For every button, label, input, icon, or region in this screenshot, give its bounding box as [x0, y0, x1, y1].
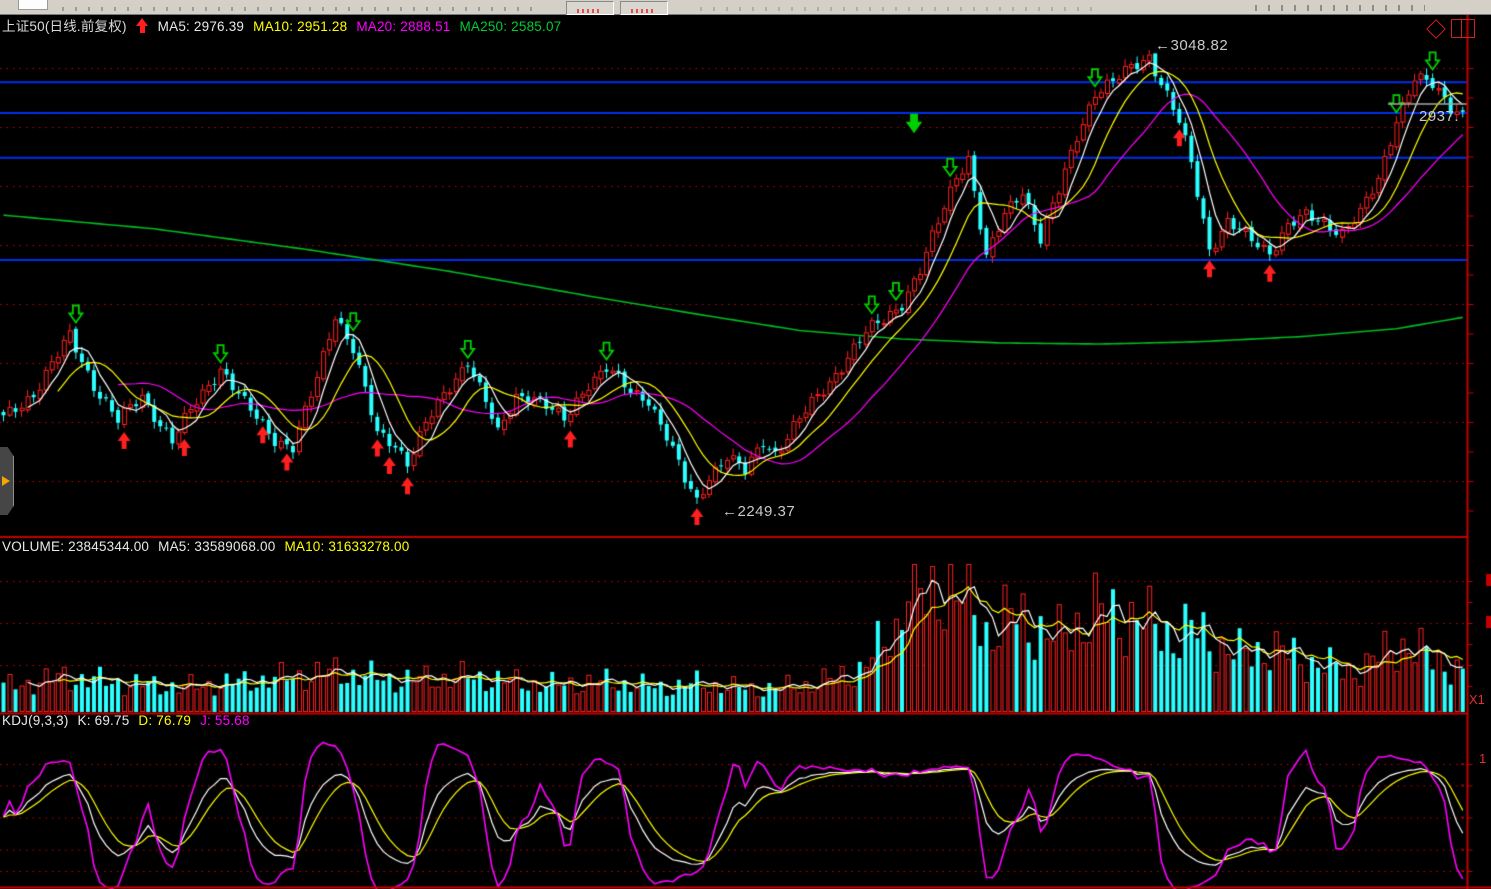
quote-button-1[interactable]	[566, 1, 614, 15]
kdj-header: KDJ(9,3,3) K: 69.75 D: 76.79 J: 55.68	[2, 713, 259, 728]
ma10-label: MA10: 2951.28	[253, 19, 347, 34]
chart-canvas[interactable]	[0, 0, 1491, 889]
quote-button-2[interactable]	[620, 1, 668, 15]
menu-items-cropped[interactable]	[700, 7, 1100, 11]
volume-header: VOLUME: 23845344.00 MA5: 33589068.00 MA10:…	[2, 539, 418, 554]
panel-expand-handle[interactable]	[0, 447, 14, 515]
ma20-label: MA20: 2888.51	[356, 19, 450, 34]
menu-bar[interactable]	[0, 0, 1491, 15]
volume-label: VOLUME: 23845344.00	[2, 539, 149, 554]
last-price-label: 2937.	[1419, 108, 1459, 125]
window-icon[interactable]	[1451, 19, 1475, 38]
kdj-k-label: K: 69.75	[78, 713, 130, 728]
peak-price-label: ←3048.82	[1155, 37, 1228, 54]
trough-price-label: ←2249.37	[722, 503, 795, 520]
expand-arrow-icon	[2, 476, 10, 486]
kdj-d-label: D: 76.79	[138, 713, 191, 728]
ma250-label: MA250: 2585.07	[459, 19, 561, 34]
quote-text-fragment	[631, 9, 653, 13]
quote-text-fragment	[577, 9, 599, 13]
volume-ma10-label: MA10: 31633278.00	[284, 539, 409, 554]
main-chart-header: 上证50(日线.前复权) MA5: 2976.39 MA10: 2951.28 MA2…	[2, 15, 570, 35]
chart-title: 上证50(日线.前复权)	[2, 19, 127, 34]
window-icon-divider	[1461, 20, 1462, 37]
volume-axis-unit: X1	[1469, 692, 1485, 707]
kdj-title: KDJ(9,3,3)	[2, 713, 69, 728]
menu-input-stub[interactable]	[18, 0, 48, 10]
toolbar-icons-cropped[interactable]	[1255, 5, 1425, 11]
volume-ma5-label: MA5: 33589068.00	[158, 539, 275, 554]
trading-app-window: 上证50(日线.前复权) MA5: 2976.39 MA10: 2951.28 MA2…	[0, 0, 1491, 889]
menu-items-cropped[interactable]	[62, 7, 532, 11]
kdj-j-label: J: 55.68	[200, 713, 250, 728]
ma5-label: MA5: 2976.39	[158, 19, 244, 34]
kdj-axis-label-cropped: 1	[1479, 751, 1486, 766]
up-arrow-icon	[136, 18, 149, 33]
